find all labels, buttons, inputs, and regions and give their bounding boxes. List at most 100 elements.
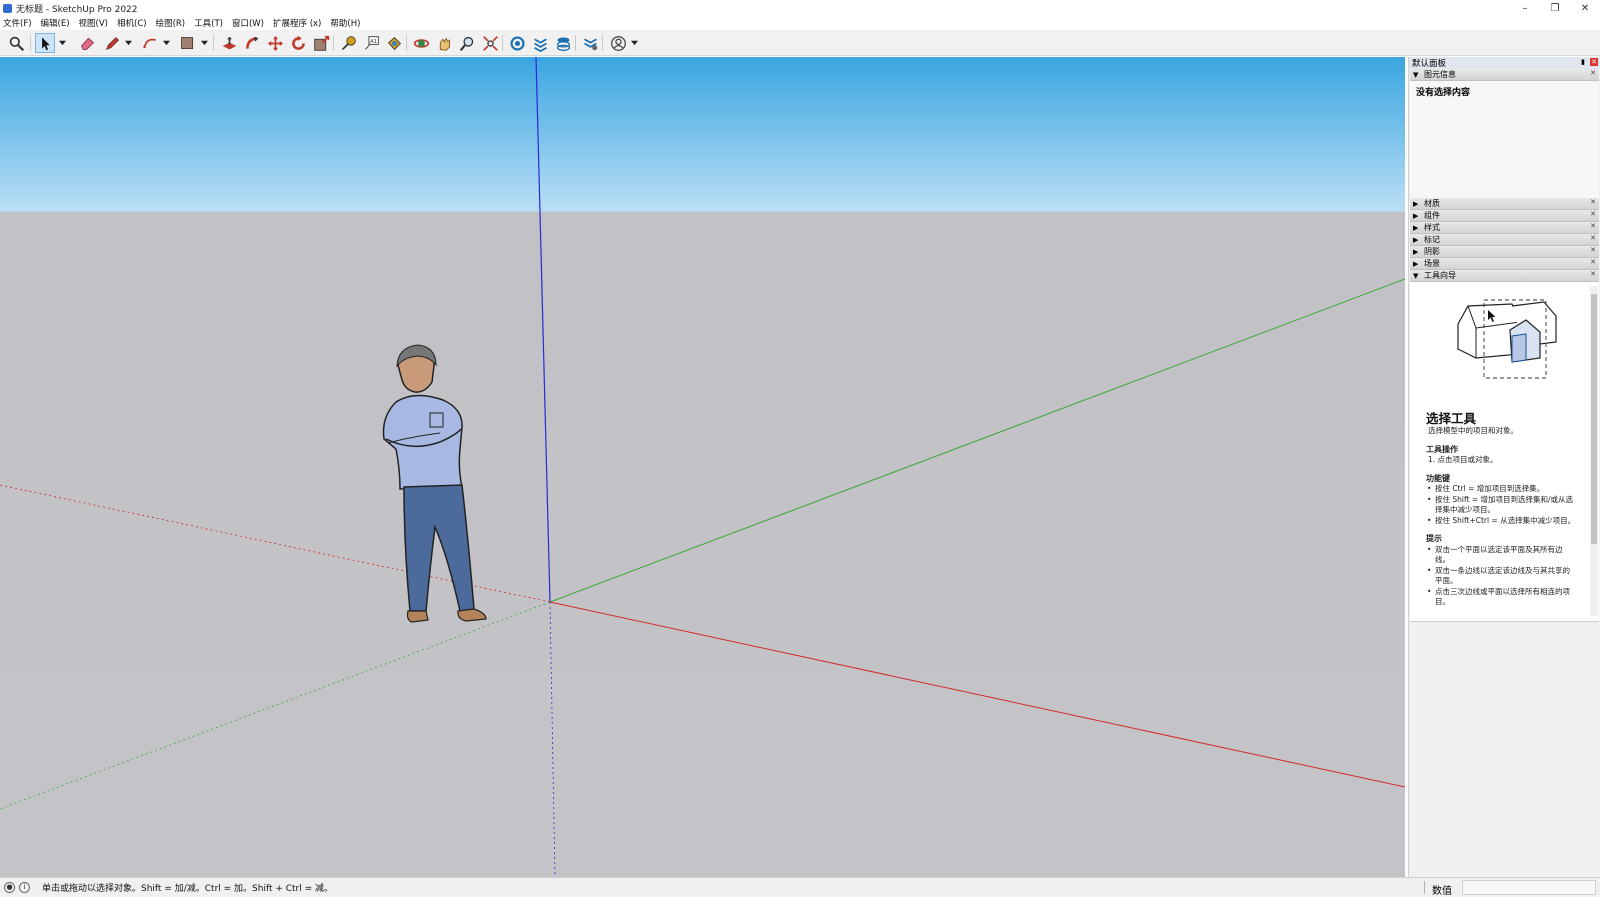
orbit-icon[interactable] (411, 33, 431, 53)
close-icon[interactable]: ✕ (1590, 270, 1596, 278)
layout-icon[interactable] (553, 33, 573, 53)
svg-text:A1: A1 (370, 39, 377, 45)
tool-subtitle: 选择模型中的项目和对象。 (1428, 426, 1518, 435)
tray-shadows[interactable]: ▶ 阴影 ✕ (1410, 246, 1599, 258)
menu-view[interactable]: 视图(V) (79, 17, 108, 29)
keys-item: 按住 Ctrl = 增加项目到选择集。 (1426, 484, 1576, 495)
chevron-down-icon[interactable] (125, 39, 132, 46)
menu-extensions[interactable]: 扩展程序 (x) (273, 17, 321, 29)
green-axis-line (549, 278, 1405, 603)
pin-icon[interactable]: ▮ (1579, 58, 1587, 66)
menu-bar: 文件(F) 编辑(E) 视图(V) 相机(C) 绘图(R) 工具(T) 窗口(W… (0, 16, 1600, 30)
scale-figure[interactable] (382, 344, 487, 623)
tray-label: 图元信息 (1424, 70, 1456, 79)
scale-icon[interactable] (311, 33, 331, 53)
select-icon[interactable] (35, 33, 55, 53)
tray-styles[interactable]: ▶ 样式 ✕ (1410, 222, 1599, 234)
text-icon[interactable]: A1 (361, 33, 381, 53)
menu-edit[interactable]: 编辑(E) (41, 17, 70, 29)
instructor-body: 选择工具 选择模型中的项目和对象。 工具操作 1. 点击项目或对象。 功能键 按… (1410, 282, 1599, 622)
zoom-extents-icon[interactable] (480, 33, 500, 53)
close-icon[interactable]: ✕ (1590, 246, 1596, 254)
geo-location-icon[interactable]: ● (4, 882, 15, 893)
blue-axis-hidden (549, 601, 556, 877)
arc-icon[interactable] (140, 33, 160, 53)
menu-tools[interactable]: 工具(T) (194, 17, 223, 29)
restore-icon[interactable]: ❐ (1540, 0, 1570, 16)
menu-file[interactable]: 文件(F) (3, 17, 32, 29)
chevron-down-icon[interactable] (631, 39, 638, 46)
tray-title: 默认面板 (1412, 59, 1447, 69)
scrollbar-thumb[interactable] (1591, 294, 1597, 544)
drawing-axes (0, 57, 1405, 877)
move-icon[interactable] (265, 33, 285, 53)
tape-measure-icon[interactable] (338, 33, 358, 53)
tray-components[interactable]: ▶ 组件 ✕ (1410, 210, 1599, 222)
account-icon[interactable] (608, 33, 628, 53)
close-icon[interactable]: ✕ (1590, 258, 1596, 266)
close-icon[interactable]: ✕ (1590, 210, 1596, 218)
close-icon[interactable]: ✕ (1590, 58, 1598, 66)
keys-item: 按住 Shift+Ctrl = 从选择集中减少项目。 (1426, 516, 1576, 527)
model-viewport[interactable] (0, 57, 1405, 877)
tray-instructor[interactable]: ▼ 工具向导 ✕ (1410, 270, 1599, 282)
tray-scenes[interactable]: ▶ 场景 ✕ (1410, 258, 1599, 270)
blue-axis-line (535, 57, 551, 603)
chevron-down-icon[interactable] (59, 39, 66, 46)
tray-header: 默认面板 ▮ ✕ (1409, 57, 1600, 69)
tray-label: 标记 (1424, 235, 1440, 244)
tips-item: 点击三次边线或平面以选择所有相连的项目。 (1426, 587, 1576, 608)
extension-warehouse-icon[interactable] (530, 33, 550, 53)
chevron-down-icon[interactable] (163, 39, 170, 46)
paint-bucket-icon[interactable] (384, 33, 404, 53)
tray-entity-info[interactable]: ▼ 图元信息 ✕ (1410, 69, 1599, 81)
close-icon[interactable]: ✕ (1590, 69, 1596, 77)
menu-window[interactable]: 窗口(W) (232, 17, 264, 29)
rotate-icon[interactable] (288, 33, 308, 53)
measurements-label: 数值 (1432, 886, 1452, 897)
entity-info-body: 没有选择内容 (1410, 81, 1599, 198)
close-icon[interactable]: ✕ (1570, 0, 1600, 16)
tray-label: 阴影 (1424, 247, 1440, 256)
zoom-icon[interactable] (457, 33, 477, 53)
tips-item: 双击一个平面以选定该平面及其所有边线。 (1426, 545, 1576, 566)
rectangle-icon[interactable] (177, 33, 197, 53)
extension-manager-icon[interactable] (580, 33, 600, 53)
status-bar: ● i 单击或拖动以选择对象。Shift = 加/减。Ctrl = 加。Shif… (0, 877, 1600, 897)
tray-label: 工具向导 (1424, 271, 1456, 280)
sketchup-logo-icon (3, 3, 12, 13)
triangle-right-icon: ▶ (1413, 199, 1419, 208)
warehouse-icon[interactable] (507, 33, 527, 53)
tool-title: 选择工具 (1426, 411, 1477, 426)
tray-label: 样式 (1424, 223, 1440, 232)
push-pull-icon[interactable] (219, 33, 239, 53)
instructor-scrollbar[interactable] (1590, 286, 1598, 616)
status-hint: 单击或拖动以选择对象。Shift = 加/减。Ctrl = 加。Shift + … (42, 884, 334, 894)
tray-label: 组件 (1424, 211, 1440, 220)
pan-icon[interactable] (434, 33, 454, 53)
pencil-line-icon[interactable] (102, 33, 122, 53)
chevron-down-icon[interactable] (201, 39, 208, 46)
menu-help[interactable]: 帮助(H) (330, 17, 360, 29)
tips-item: 双击一条边线以选定该边线及与其共享的平面。 (1426, 566, 1576, 587)
default-tray: 默认面板 ▮ ✕ ▼ 图元信息 ✕ 没有选择内容 ▶ 材质 ✕ ▶ 组件 ✕ ▶… (1408, 57, 1600, 877)
triangle-right-icon: ▶ (1413, 223, 1419, 232)
status-divider (1424, 881, 1425, 894)
window-title: 无标题 - SketchUp Pro 2022 (16, 4, 138, 15)
tray-tags[interactable]: ▶ 标记 ✕ (1410, 234, 1599, 246)
search-icon[interactable] (6, 33, 26, 53)
close-icon[interactable]: ✕ (1590, 234, 1596, 242)
follow-me-icon[interactable] (242, 33, 262, 53)
menu-camera[interactable]: 相机(C) (117, 17, 147, 29)
close-icon[interactable]: ✕ (1590, 222, 1596, 230)
measurements-input[interactable] (1462, 880, 1596, 895)
minimize-icon[interactable]: – (1510, 0, 1540, 16)
menu-draw[interactable]: 绘图(R) (156, 17, 186, 29)
triangle-right-icon: ▶ (1413, 247, 1419, 256)
eraser-icon[interactable] (77, 33, 97, 53)
triangle-down-icon: ▼ (1413, 271, 1419, 280)
ops-heading: 工具操作 (1426, 444, 1458, 454)
tray-materials[interactable]: ▶ 材质 ✕ (1410, 198, 1599, 210)
close-icon[interactable]: ✕ (1590, 198, 1596, 206)
info-icon[interactable]: i (19, 882, 30, 893)
